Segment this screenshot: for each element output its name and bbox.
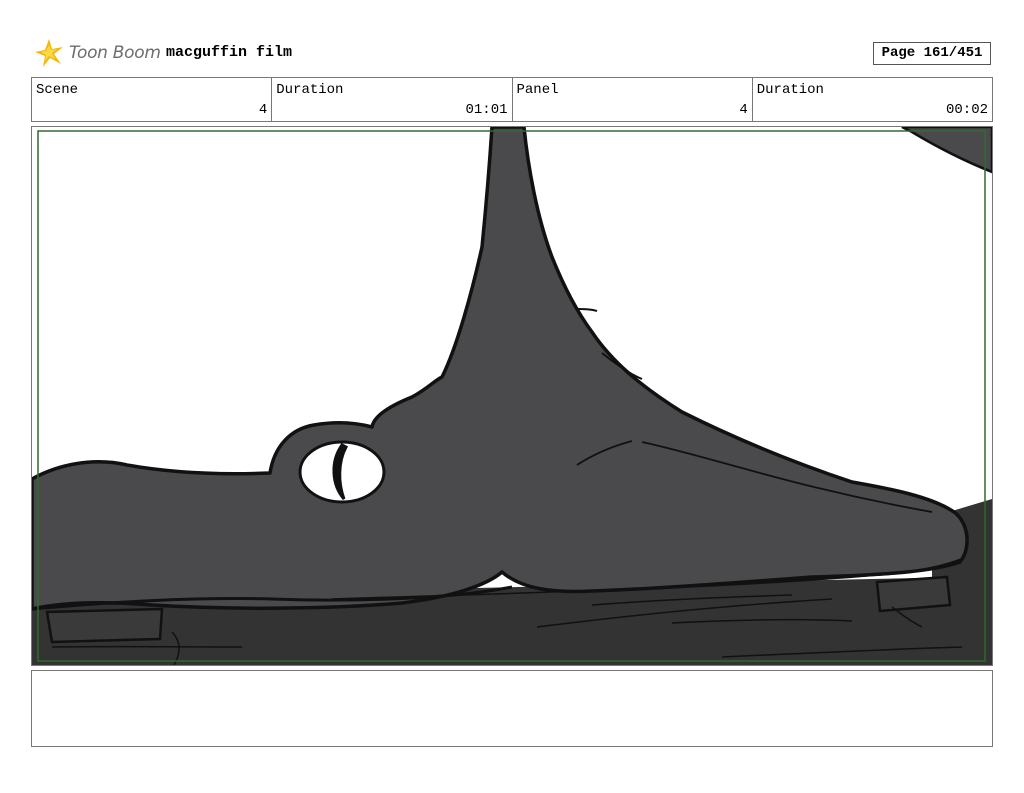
panel-value: 4: [739, 102, 748, 118]
tooth-right: [875, 575, 952, 613]
logo-wordmark: Toon Boom: [69, 43, 161, 63]
scene-duration-value: 01:01: [465, 102, 508, 118]
panel-duration-cell: Duration 00:02: [753, 78, 992, 121]
scene-cell: Scene 4: [32, 78, 273, 121]
corner-shape: [901, 127, 992, 174]
horn-line: [576, 308, 598, 312]
panel-duration-value: 00:02: [945, 102, 988, 118]
toon-boom-logo: Toon Boom: [33, 36, 161, 70]
scene-duration-label: Duration: [276, 82, 344, 98]
panel-label: Panel: [516, 82, 559, 98]
scene-label: Scene: [36, 82, 79, 98]
scene-value: 4: [258, 102, 268, 118]
page-indicator: Page 161/451: [873, 42, 991, 65]
creature-head: [32, 127, 969, 611]
storyboard-panel: [31, 126, 993, 666]
panel-drawing: [32, 127, 992, 665]
panel-notes-box: [31, 670, 993, 747]
project-title: macguffin film: [166, 44, 293, 61]
scene-duration-cell: Duration 01:01: [272, 78, 513, 121]
panel-info-table: Scene 4 Duration 01:01 Panel 4 Duration …: [31, 77, 993, 122]
panel-cell: Panel 4: [513, 78, 753, 121]
starburst-icon: [35, 39, 63, 67]
panel-duration-label: Duration: [756, 82, 824, 98]
tooth-left: [45, 607, 164, 644]
